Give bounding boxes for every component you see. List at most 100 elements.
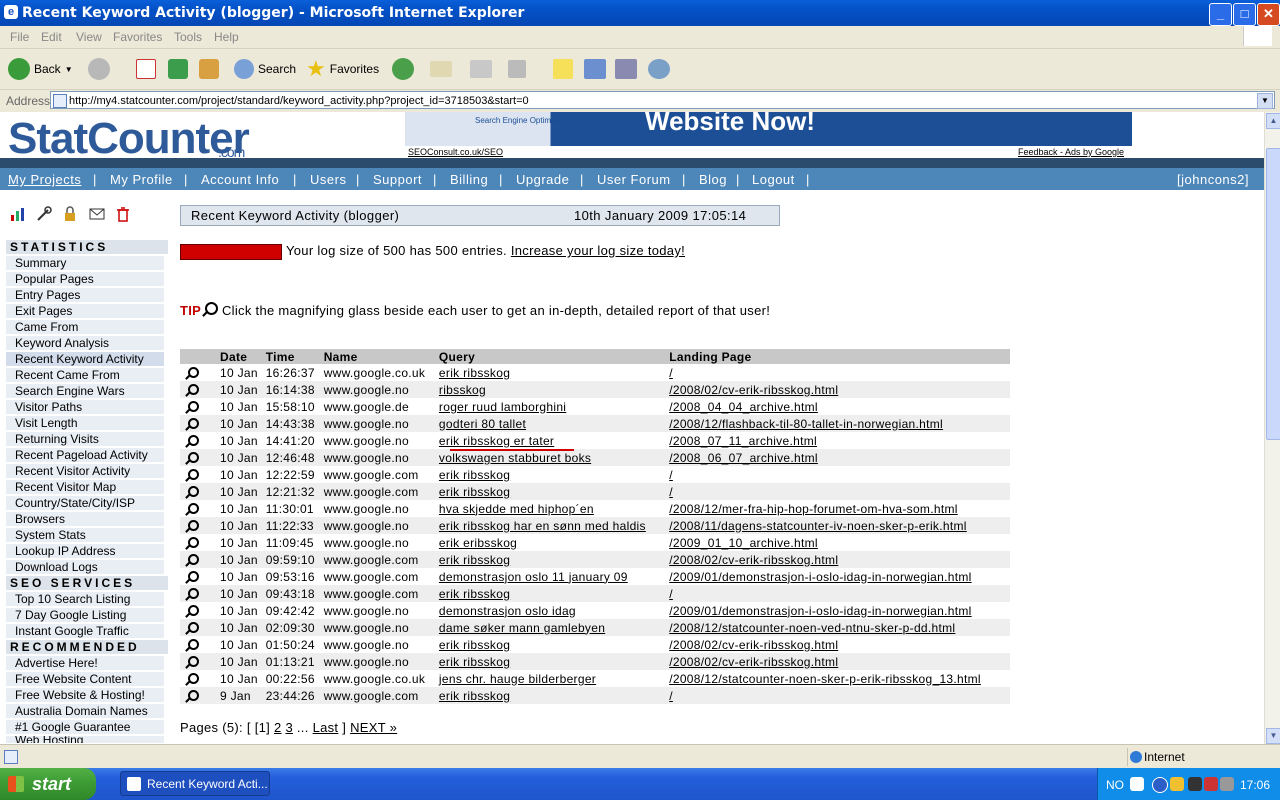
row-magnifier[interactable]: [180, 415, 216, 432]
sidebar-item-country-state-city-isp[interactable]: Country/State/City/ISP: [6, 496, 164, 511]
nav-support[interactable]: Support: [373, 172, 422, 187]
magnifier-icon[interactable]: [188, 468, 199, 480]
ads-by-google-link[interactable]: Feedback - Ads by Google: [1018, 147, 1124, 157]
sidebar-item-lookup-ip-address[interactable]: Lookup IP Address: [6, 544, 164, 559]
statcounter-logo[interactable]: StatCounter .com: [8, 114, 250, 164]
sidebar-item-recent-came-from[interactable]: Recent Came From: [6, 368, 164, 383]
refresh-button[interactable]: [168, 57, 188, 81]
row-query-link[interactable]: roger ruud lamborghini: [439, 400, 566, 414]
contacts-button[interactable]: [648, 57, 670, 81]
language-indicator[interactable]: NO: [1106, 778, 1124, 792]
forward-button[interactable]: [88, 57, 110, 81]
nav-my-projects[interactable]: My Projects: [8, 172, 81, 187]
nav-blog[interactable]: Blog: [699, 172, 727, 187]
nav-billing[interactable]: Billing: [450, 172, 488, 187]
row-query-link[interactable]: demonstrasjon oslo 11 january 09: [439, 570, 628, 584]
row-landing-link[interactable]: /2008_07_11_archive.html: [669, 434, 817, 448]
ad-link[interactable]: SEOConsult.co.uk/SEO: [408, 147, 503, 157]
row-query-link[interactable]: erik eribsskog: [439, 536, 517, 550]
nav-logout[interactable]: Logout: [752, 172, 795, 187]
history-button[interactable]: [392, 57, 414, 81]
row-magnifier[interactable]: [180, 364, 216, 381]
research-button[interactable]: [615, 57, 637, 81]
menu-tools[interactable]: Tools: [174, 30, 202, 44]
sidebar-item-advertise-here[interactable]: Advertise Here!: [6, 656, 164, 671]
row-landing-link[interactable]: /: [669, 689, 673, 703]
menu-help[interactable]: Help: [214, 30, 239, 44]
row-landing-link[interactable]: /2008/02/cv-erik-ribsskog.html: [669, 638, 838, 652]
sidebar-item-entry-pages[interactable]: Entry Pages: [6, 288, 164, 303]
row-landing-link[interactable]: /: [669, 366, 673, 380]
magnifier-icon[interactable]: [188, 672, 199, 684]
sidebar-item-recent-pageload-activity[interactable]: Recent Pageload Activity: [6, 448, 164, 463]
row-query-link[interactable]: erik ribsskog: [439, 689, 510, 703]
row-query-link[interactable]: demonstrasjon oslo idag: [439, 604, 576, 618]
sidebar-item-free-website-content[interactable]: Free Website Content: [6, 672, 164, 687]
row-magnifier[interactable]: [180, 398, 216, 415]
mail-icon[interactable]: [89, 206, 105, 222]
magnifier-icon[interactable]: [188, 570, 199, 582]
menu-file[interactable]: File: [10, 30, 29, 44]
help-icon[interactable]: [1130, 777, 1144, 791]
sidebar-item-instant-google-traffic[interactable]: Instant Google Traffic: [6, 624, 164, 639]
row-landing-link[interactable]: /: [669, 587, 673, 601]
magnifier-icon[interactable]: [188, 638, 199, 650]
last-page-link[interactable]: Last: [313, 720, 339, 735]
close-button[interactable]: ✕: [1257, 3, 1280, 26]
row-query-link[interactable]: erik ribsskog: [439, 638, 510, 652]
home-button[interactable]: [199, 57, 219, 81]
row-query-link[interactable]: erik ribsskog: [439, 587, 510, 601]
sidebar-item-web-hosting[interactable]: Web Hosting: [6, 736, 164, 744]
print-button[interactable]: [470, 57, 492, 81]
row-landing-link[interactable]: /2008/12/statcounter-noen-sker-p-erik-ri…: [669, 672, 981, 686]
page-2-link[interactable]: 2: [274, 720, 282, 735]
maximize-button[interactable]: □: [1233, 3, 1256, 26]
row-landing-link[interactable]: /2009/01/demonstrasjon-i-oslo-idag-in-no…: [669, 604, 971, 618]
sidebar-item-visit-length[interactable]: Visit Length: [6, 416, 164, 431]
menu-edit[interactable]: Edit: [41, 30, 62, 44]
sidebar-item-recent-visitor-activity[interactable]: Recent Visitor Activity: [6, 464, 164, 479]
magnifier-icon[interactable]: [188, 400, 199, 412]
tools-icon[interactable]: [36, 206, 52, 222]
vertical-scrollbar[interactable]: ▲ ▼: [1264, 112, 1280, 744]
row-landing-link[interactable]: /2008/02/cv-erik-ribsskog.html: [669, 383, 838, 397]
row-query-link[interactable]: hva skjedde med hiphop´en: [439, 502, 594, 516]
row-landing-link[interactable]: /2008_04_04_archive.html: [669, 400, 818, 414]
row-landing-link[interactable]: /2008/12/flashback-til-80-tallet-in-norw…: [669, 417, 943, 431]
sidebar-item-free-website-hosting[interactable]: Free Website & Hosting!: [6, 688, 164, 703]
row-query-link[interactable]: erik ribsskog: [439, 655, 510, 669]
menu-view[interactable]: View: [76, 30, 102, 44]
row-magnifier[interactable]: [180, 653, 216, 670]
menu-favorites[interactable]: Favorites: [113, 30, 162, 44]
scroll-thumb[interactable]: [1266, 148, 1280, 440]
nav-users[interactable]: Users: [310, 172, 346, 187]
magnifier-icon[interactable]: [188, 536, 199, 548]
minimize-button[interactable]: _: [1209, 3, 1232, 26]
row-landing-link[interactable]: /: [669, 468, 673, 482]
row-magnifier[interactable]: [180, 466, 216, 483]
address-input[interactable]: http://my4.statcounter.com/project/stand…: [50, 91, 1275, 109]
sidebar-item-returning-visits[interactable]: Returning Visits: [6, 432, 164, 447]
row-magnifier[interactable]: [180, 381, 216, 398]
row-magnifier[interactable]: [180, 500, 216, 517]
tray-app-icon[interactable]: [1170, 777, 1184, 791]
row-magnifier[interactable]: [180, 449, 216, 466]
row-query-link[interactable]: erik ribsskog: [439, 485, 510, 499]
row-magnifier[interactable]: [180, 602, 216, 619]
row-query-link[interactable]: jens chr. hauge bilderberger: [439, 672, 596, 686]
nav-user-forum[interactable]: User Forum: [597, 172, 671, 187]
sidebar-item-exit-pages[interactable]: Exit Pages: [6, 304, 164, 319]
sidebar-item-summary[interactable]: Summary: [6, 256, 164, 271]
row-magnifier[interactable]: [180, 551, 216, 568]
chart-icon[interactable]: [10, 206, 26, 222]
magnifier-icon[interactable]: [188, 383, 199, 395]
stop-button[interactable]: [136, 57, 156, 81]
sidebar-item-came-from[interactable]: Came From: [6, 320, 164, 335]
magnifier-icon[interactable]: [188, 434, 199, 446]
magnifier-icon[interactable]: [188, 689, 199, 701]
row-landing-link[interactable]: /2008/11/dagens-statcounter-iv-noen-sker…: [669, 519, 967, 533]
nav-my-profile[interactable]: My Profile: [110, 172, 173, 187]
sidebar-item-visitor-paths[interactable]: Visitor Paths: [6, 400, 164, 415]
magnifier-icon[interactable]: [188, 604, 199, 616]
magnifier-icon[interactable]: [188, 587, 199, 599]
